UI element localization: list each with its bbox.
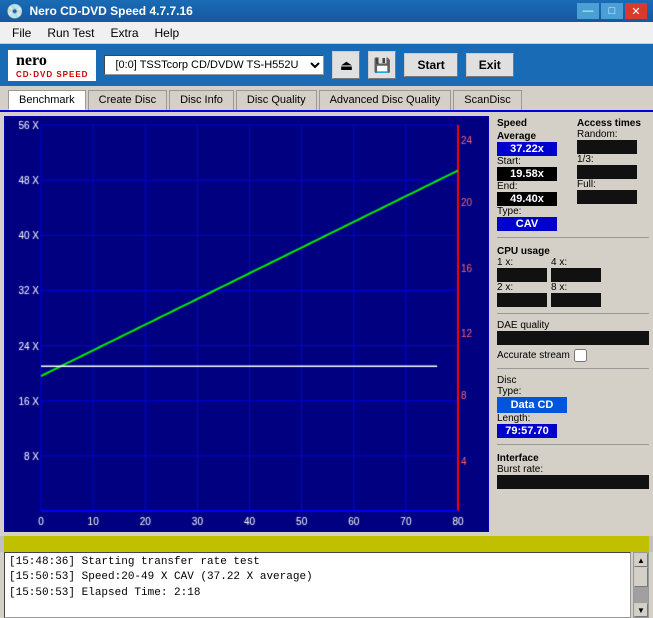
tab-bar: Benchmark Create Disc Disc Info Disc Qua… bbox=[0, 86, 653, 112]
speed-access-section: Speed Average 37.22x Start: 19.58x End: … bbox=[497, 116, 649, 231]
tab-scan-disc[interactable]: ScanDisc bbox=[453, 90, 521, 110]
divider-3 bbox=[497, 368, 649, 369]
log-entry-2: [15:50:53] Elapsed Time: 2:18 bbox=[9, 586, 626, 601]
speed-stats: Speed Average 37.22x Start: 19.58x End: … bbox=[497, 116, 569, 231]
dae-value bbox=[497, 331, 649, 345]
scroll-up-button[interactable]: ▲ bbox=[634, 553, 648, 567]
start-button[interactable]: Start bbox=[404, 53, 457, 77]
log-wrapper: [15:48:36] Starting transfer rate test [… bbox=[0, 552, 653, 618]
access-stats: Access times Random: 1/3: Full: bbox=[577, 116, 649, 231]
chart-area bbox=[4, 116, 489, 532]
accurate-label: Accurate stream bbox=[497, 350, 570, 361]
divider-1 bbox=[497, 237, 649, 238]
disc-type-sub: Type: bbox=[497, 386, 649, 397]
cpu-section: CPU usage 1 x: 2 x: 4 x: 8 x: bbox=[497, 244, 649, 307]
disc-type-label: Disc bbox=[497, 375, 649, 386]
log-content: [15:48:36] Starting transfer rate test [… bbox=[4, 552, 631, 618]
menu-help[interactable]: Help bbox=[147, 24, 188, 42]
speed-end-label: End: bbox=[497, 181, 569, 192]
log-entry-0: [15:48:36] Starting transfer rate test bbox=[9, 555, 626, 570]
log-entry-1: [15:50:53] Speed:20-49 X CAV (37.22 X av… bbox=[9, 570, 626, 585]
logo-subtitle: CD·DVD SPEED bbox=[16, 70, 88, 79]
cpu-x1-label: 1 x: bbox=[497, 257, 547, 268]
burst-rate-value bbox=[497, 475, 649, 489]
speed-start-value: 19.58x bbox=[497, 167, 557, 181]
accurate-checkbox[interactable] bbox=[574, 349, 587, 362]
speed-average-label: Average bbox=[497, 131, 569, 142]
close-button[interactable]: ✕ bbox=[625, 3, 647, 19]
cpu-left: 1 x: 2 x: bbox=[497, 257, 547, 307]
cpu-x4-label: 4 x: bbox=[551, 257, 601, 268]
tab-benchmark[interactable]: Benchmark bbox=[8, 90, 86, 110]
cpu-x2-value bbox=[497, 293, 547, 307]
interface-section: Interface Burst rate: bbox=[497, 451, 649, 489]
cpu-right: 4 x: 8 x: bbox=[551, 257, 601, 307]
window-controls: — □ ✕ bbox=[577, 3, 647, 19]
speed-average-value: 37.22x bbox=[497, 142, 557, 156]
disc-section: Disc Type: Data CD Length: 79:57.70 bbox=[497, 375, 649, 438]
scroll-track bbox=[634, 567, 648, 603]
speed-type-value: CAV bbox=[497, 217, 557, 231]
app-icon: 💿 bbox=[6, 3, 23, 20]
minimize-button[interactable]: — bbox=[577, 3, 599, 19]
tab-disc-info[interactable]: Disc Info bbox=[169, 90, 234, 110]
app-title: Nero CD-DVD Speed 4.7.7.16 bbox=[29, 4, 577, 18]
burst-rate-label: Burst rate: bbox=[497, 464, 649, 475]
eject-icon[interactable]: ⏏ bbox=[332, 51, 360, 79]
dae-section: DAE quality bbox=[497, 320, 649, 345]
divider-2 bbox=[497, 313, 649, 314]
tab-advanced-disc-quality[interactable]: Advanced Disc Quality bbox=[319, 90, 452, 110]
cpu-x8-label: 8 x: bbox=[551, 282, 601, 293]
accurate-stream-row: Accurate stream bbox=[497, 349, 649, 362]
log-header bbox=[4, 536, 649, 552]
interface-title: Interface bbox=[497, 453, 649, 464]
access-random-value bbox=[577, 140, 637, 154]
access-full-value bbox=[577, 190, 637, 204]
menu-run-test[interactable]: Run Test bbox=[39, 24, 102, 42]
access-random-label: Random: bbox=[577, 129, 649, 140]
log-scrollbar[interactable]: ▲ ▼ bbox=[633, 552, 649, 618]
drive-selector[interactable]: [0:0] TSSTcorp CD/DVDW TS-H552U US09 bbox=[104, 55, 324, 75]
cpu-x2-label: 2 x: bbox=[497, 282, 547, 293]
toolbar: nero CD·DVD SPEED [0:0] TSSTcorp CD/DVDW… bbox=[0, 44, 653, 86]
right-panel: Speed Average 37.22x Start: 19.58x End: … bbox=[493, 112, 653, 536]
main-content: Speed Average 37.22x Start: 19.58x End: … bbox=[0, 112, 653, 536]
access-full-label: Full: bbox=[577, 179, 649, 190]
menu-bar: File Run Test Extra Help bbox=[0, 22, 653, 44]
tab-create-disc[interactable]: Create Disc bbox=[88, 90, 167, 110]
menu-file[interactable]: File bbox=[4, 24, 39, 42]
disc-length-value: 79:57.70 bbox=[497, 424, 557, 438]
dae-label: DAE quality bbox=[497, 320, 649, 331]
access-title: Access times bbox=[577, 118, 649, 129]
divider-4 bbox=[497, 444, 649, 445]
exit-button[interactable]: Exit bbox=[466, 53, 514, 77]
maximize-button[interactable]: □ bbox=[601, 3, 623, 19]
cpu-title: CPU usage bbox=[497, 246, 649, 257]
cpu-x1-value bbox=[497, 268, 547, 282]
menu-extra[interactable]: Extra bbox=[102, 24, 146, 42]
speed-start-label: Start: bbox=[497, 156, 569, 167]
scroll-down-button[interactable]: ▼ bbox=[634, 603, 648, 617]
access-third-label: 1/3: bbox=[577, 154, 649, 165]
save-icon[interactable]: 💾 bbox=[368, 51, 396, 79]
access-third-value bbox=[577, 165, 637, 179]
title-bar: 💿 Nero CD-DVD Speed 4.7.7.16 — □ ✕ bbox=[0, 0, 653, 22]
chart-container bbox=[0, 112, 493, 536]
cpu-rows: 1 x: 2 x: 4 x: 8 x: bbox=[497, 257, 649, 307]
speed-end-value: 49.40x bbox=[497, 192, 557, 206]
cpu-x8-value bbox=[551, 293, 601, 307]
scroll-thumb[interactable] bbox=[634, 567, 648, 587]
logo-nero: nero bbox=[16, 52, 47, 70]
disc-type-value: Data CD bbox=[497, 397, 567, 413]
speed-type-label: Type: bbox=[497, 206, 569, 217]
cpu-x4-value bbox=[551, 268, 601, 282]
speed-title: Speed bbox=[497, 118, 569, 129]
logo: nero CD·DVD SPEED bbox=[8, 50, 96, 81]
tab-disc-quality[interactable]: Disc Quality bbox=[236, 90, 317, 110]
disc-length-label: Length: bbox=[497, 413, 649, 424]
